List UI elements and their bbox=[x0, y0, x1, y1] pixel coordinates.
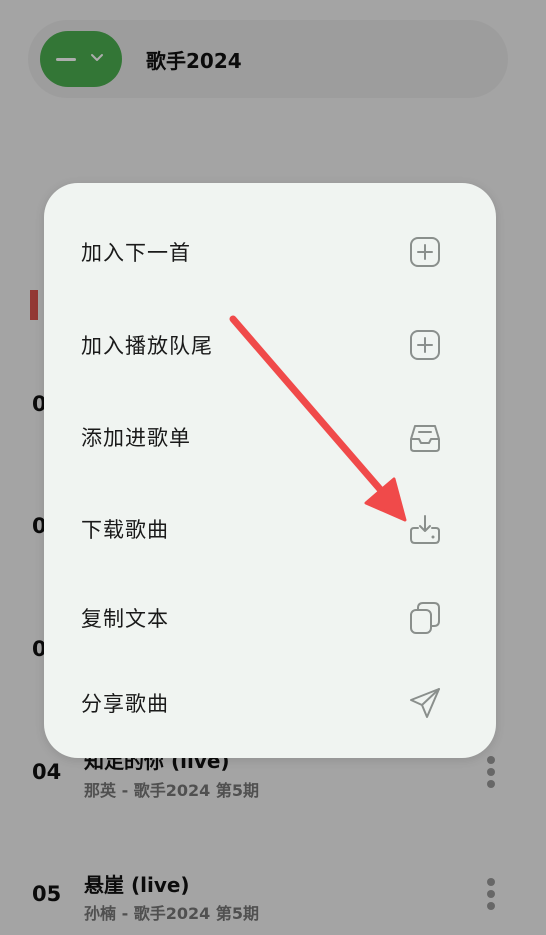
menu-item-label: 加入下一首 bbox=[81, 241, 191, 265]
menu-item-label: 分享歌曲 bbox=[81, 692, 169, 716]
song-actions-menu: 加入下一首 加入播放队尾 添加进歌单 下载歌曲 复制文本 分享歌曲 bbox=[44, 183, 496, 758]
send-icon bbox=[410, 688, 440, 718]
tray-icon bbox=[410, 425, 440, 452]
menu-item-label: 复制文本 bbox=[81, 607, 169, 631]
menu-item-label: 添加进歌单 bbox=[81, 426, 191, 450]
menu-item-copy-text[interactable]: 复制文本 bbox=[44, 579, 496, 655]
menu-item-download-song[interactable]: 下载歌曲 bbox=[44, 490, 496, 566]
menu-item-share-song[interactable]: 分享歌曲 bbox=[44, 664, 496, 740]
menu-item-add-to-queue-end[interactable]: 加入播放队尾 bbox=[44, 306, 496, 382]
copy-icon bbox=[410, 602, 440, 634]
menu-item-label: 下载歌曲 bbox=[81, 518, 169, 542]
menu-item-label: 加入播放队尾 bbox=[81, 334, 213, 358]
menu-item-play-next[interactable]: 加入下一首 bbox=[44, 213, 496, 289]
menu-item-add-to-playlist[interactable]: 添加进歌单 bbox=[44, 398, 496, 474]
download-icon bbox=[410, 515, 440, 544]
plus-square-icon bbox=[410, 330, 440, 360]
plus-square-icon bbox=[410, 237, 440, 267]
